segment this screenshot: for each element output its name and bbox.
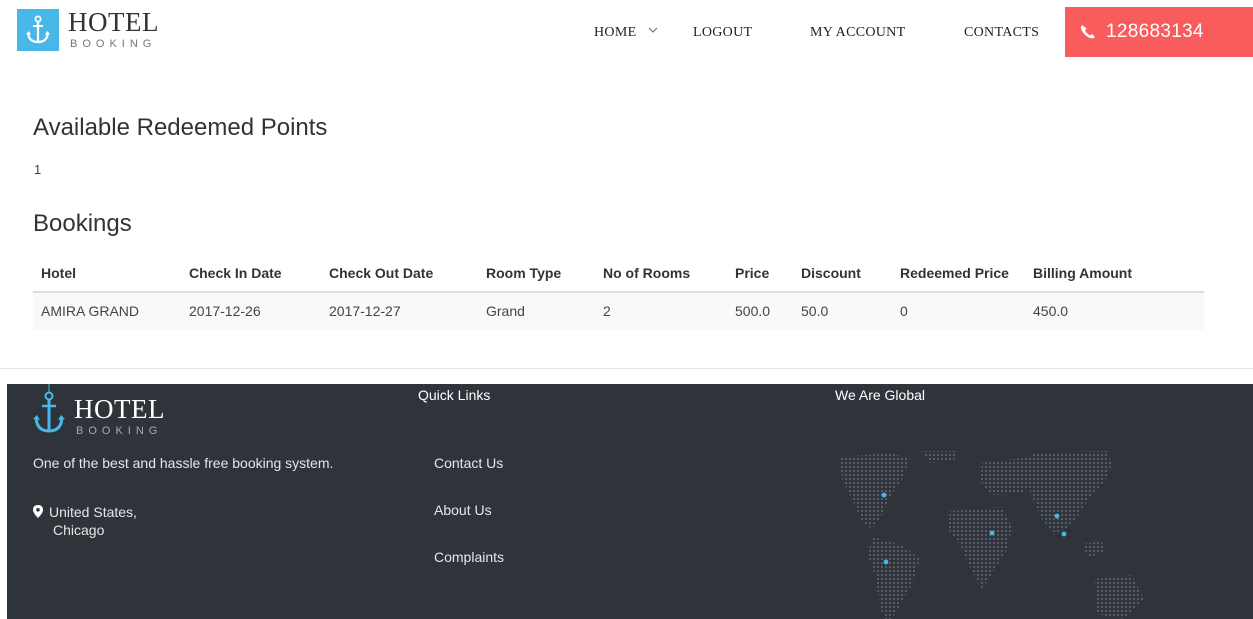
- column-header-price: Price: [735, 265, 770, 281]
- cell-check-in: 2017-12-26: [189, 303, 261, 319]
- phone-button[interactable]: 128683134: [1065, 7, 1253, 57]
- site-header: HOTEL BOOKING HOME LOGOUT MY ACCOUNT CON…: [0, 0, 1253, 70]
- column-header-hotel: Hotel: [41, 265, 76, 281]
- footer-address: United States, Chicago: [33, 503, 137, 539]
- footer-link-contact-us[interactable]: Contact Us: [434, 455, 503, 471]
- column-header-redeemed-price: Redeemed Price: [900, 265, 1009, 281]
- phone-icon: [1081, 25, 1095, 39]
- cell-rooms: 2: [603, 303, 611, 319]
- quick-links-title: Quick Links: [418, 387, 491, 403]
- column-header-check-out: Check Out Date: [329, 265, 434, 281]
- bookings-title: Bookings: [33, 210, 132, 237]
- footer-logo-subtitle: BOOKING: [76, 425, 163, 437]
- address-line-2: Chicago: [53, 522, 105, 538]
- nav-contacts[interactable]: CONTACTS: [964, 25, 1039, 41]
- column-header-discount: Discount: [801, 265, 861, 281]
- world-map-icon: [840, 451, 1144, 619]
- footer-logo[interactable]: HOTEL BOOKING: [32, 384, 165, 437]
- phone-number: 128683134: [1106, 21, 1204, 42]
- chevron-down-icon: [648, 27, 658, 33]
- address-line-1: United States,: [49, 504, 137, 520]
- nav-logout[interactable]: LOGOUT: [693, 25, 752, 41]
- footer-tagline: One of the best and hassle free booking …: [33, 455, 334, 471]
- site-footer: HOTEL BOOKING One of the best and hassle…: [7, 384, 1253, 619]
- cell-room-type: Grand: [486, 303, 525, 319]
- location-pin-icon: [33, 505, 43, 518]
- footer-link-about-us[interactable]: About Us: [434, 502, 492, 518]
- cell-check-out: 2017-12-27: [329, 303, 401, 319]
- column-header-billing-amount: Billing Amount: [1033, 265, 1133, 281]
- cell-hotel: AMIRA GRAND: [41, 303, 140, 319]
- main-nav: HOME LOGOUT MY ACCOUNT CONTACTS 12868313…: [0, 0, 1253, 70]
- section-divider: [0, 368, 1253, 369]
- footer-link-complaints[interactable]: Complaints: [434, 549, 504, 565]
- column-header-rooms: No of Rooms: [603, 265, 691, 281]
- cell-discount: 50.0: [801, 303, 829, 319]
- column-header-room-type: Room Type: [486, 265, 562, 281]
- footer-logo-title: HOTEL: [74, 394, 165, 424]
- we-are-global-title: We Are Global: [835, 387, 926, 403]
- table-row: AMIRA GRAND 2017-12-26 2017-12-27 Grand …: [33, 293, 1204, 330]
- cell-billing-amount: 450.0: [1033, 303, 1069, 319]
- cell-price: 500.0: [735, 303, 771, 319]
- anchor-icon: [33, 384, 65, 433]
- cell-redeemed-price: 0: [900, 303, 908, 319]
- nav-home[interactable]: HOME: [594, 25, 658, 41]
- column-header-check-in: Check In Date: [189, 265, 282, 281]
- bookings-table: Hotel Check In Date Check Out Date Room …: [33, 255, 1204, 330]
- nav-home-label: HOME: [594, 25, 637, 40]
- points-value: 1: [34, 162, 42, 177]
- table-header: Hotel Check In Date Check Out Date Room …: [33, 255, 1204, 293]
- nav-my-account[interactable]: MY ACCOUNT: [810, 25, 905, 41]
- points-title: Available Redeemed Points: [33, 114, 328, 141]
